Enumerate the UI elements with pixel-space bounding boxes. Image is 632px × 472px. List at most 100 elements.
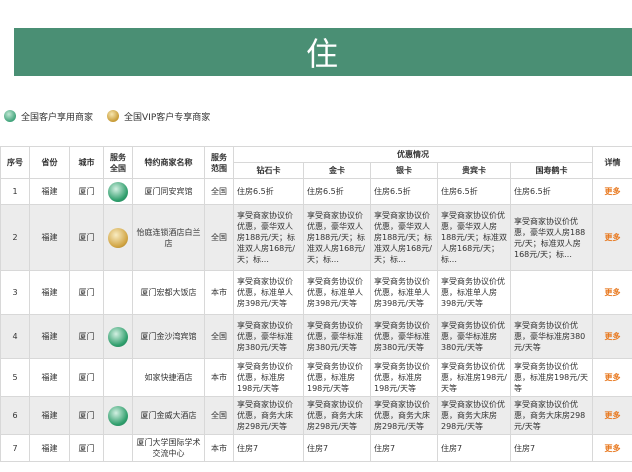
header-gold: 金卡	[303, 162, 371, 179]
cell-city: 厦门	[69, 358, 104, 397]
cell-silver: 享受商务协议价优惠，标准单人房398元/天等	[370, 270, 438, 315]
cell-no: 7	[0, 434, 30, 462]
legend-item-national: 全国客户享用商家	[4, 110, 93, 123]
header-longevity: 国寿鹤卡	[509, 162, 594, 179]
cell-diamond: 享受商家协议价优惠，豪华双人房188元/天；标准双人房168元/天；标…	[233, 204, 304, 271]
cell-longevity: 住房7	[509, 434, 594, 462]
more-link[interactable]: 更多	[592, 358, 632, 397]
cell-province: 福建	[29, 434, 70, 462]
gold-badge-icon	[108, 227, 128, 248]
header-guest: 贵宾卡	[437, 162, 511, 179]
more-link[interactable]: 更多	[592, 434, 632, 462]
cell-merchant[interactable]: 厦门大学国际学术交流中心	[132, 434, 205, 462]
cell-silver: 享受商家协议价优惠，豪华双人房188元/天；标准双人房168元/天；标…	[370, 204, 438, 271]
cell-gold: 享受商务协议价优惠，标准单人房398元/天等	[303, 270, 371, 315]
cell-silver: 住房7	[370, 434, 438, 462]
header-city: 城市	[69, 146, 104, 179]
cell-diamond: 享受商务协议价优惠，标准房198元/天等	[233, 358, 304, 397]
cell-gold: 享受商务协议价优惠，标准房198元/天等	[303, 358, 371, 397]
legend-label-national: 全国客户享用商家	[21, 112, 94, 123]
cell-longevity: 享受商家协议价优惠，商务大床房298元/天等	[509, 396, 594, 435]
cell-scope: 本市	[204, 434, 234, 462]
cell-scope: 全国	[204, 314, 234, 359]
cell-diamond: 住房7	[233, 434, 304, 462]
green-badge-icon	[108, 326, 128, 347]
cell-no: 3	[0, 270, 30, 315]
cell-merchant[interactable]: 厦门金威大酒店	[132, 396, 205, 435]
cell-service	[103, 396, 133, 435]
cell-city: 厦门	[69, 204, 104, 271]
cell-text: 享受商家协议价优惠，豪华双人房188元/天；标准双人房168元/天；标…	[307, 211, 365, 264]
cell-city: 厦门	[69, 270, 104, 315]
cell-scope: 本市	[204, 270, 234, 315]
header-scope: 服务范围	[204, 146, 234, 179]
cell-province: 福建	[29, 358, 70, 397]
cell-gold: 享受商务协议价优惠，豪华标准房380元/天等	[303, 314, 371, 359]
cell-service	[103, 270, 133, 315]
table-row: 3 福建 厦门 厦门宏都大饭店 本市 享受商家协议价优惠，标准单人房398元/天…	[0, 270, 632, 315]
cell-diamond: 享受商家协议价优惠，商务大床房298元/天等	[233, 396, 304, 435]
cell-longevity	[509, 270, 594, 315]
more-link[interactable]: 更多	[592, 204, 632, 271]
cell-no: 1	[0, 178, 30, 205]
cell-province: 福建	[29, 178, 70, 205]
cell-city: 厦门	[69, 434, 104, 462]
cell-merchant[interactable]: 厦门金沙湾宾馆	[132, 314, 205, 359]
cell-merchant[interactable]: 怡庭连锁酒店白兰店	[132, 204, 205, 271]
cell-text: 享受商家协议价优惠，豪华双人房188元/天；标准双人房168元/天；标…	[374, 211, 432, 264]
cell-guest: 享受商家协议价优惠，豪华双人房188元/天；标准双人房168元/天；标…	[437, 204, 511, 271]
cell-text: 享受商家协议价优惠，豪华双人房188元/天；标准双人房168元/天；标…	[514, 216, 586, 259]
cell-guest: 享受商务协议价优惠，标准房198元/天等	[437, 358, 511, 397]
more-link[interactable]: 更多	[592, 270, 632, 315]
cell-silver: 享受商务协议价优惠，标准房198元/天等	[370, 358, 438, 397]
more-link[interactable]: 更多	[592, 314, 632, 359]
cell-merchant[interactable]: 厦门同安宾馆	[132, 178, 205, 205]
green-badge-icon	[108, 181, 128, 202]
cell-guest: 享受商务协议价优惠，豪华标准房380元/天等	[437, 314, 511, 359]
green-badge-icon	[4, 110, 16, 122]
cell-guest: 享受商家协议价优惠，商务大床房298元/天等	[437, 396, 511, 435]
cell-longevity: 享受商家协议价优惠，豪华双人房188元/天；标准双人房168元/天；标…	[509, 204, 594, 271]
header-province: 省份	[29, 146, 70, 179]
cell-no: 2	[0, 204, 30, 271]
table-row: 2 福建 厦门 怡庭连锁酒店白兰店 全国 享受商家协议价优惠，豪华双人房188元…	[0, 204, 632, 271]
top-bar	[0, 0, 632, 28]
gold-badge-icon	[107, 110, 120, 122]
cell-gold: 住房7	[303, 434, 371, 462]
cell-guest: 享受商务协议价优惠，标准单人房398元/天等	[437, 270, 511, 315]
cell-gold: 住房6.5折	[303, 178, 371, 205]
cell-no: 5	[0, 358, 30, 397]
cell-gold: 享受商家协议价优惠，豪华双人房188元/天；标准双人房168元/天；标…	[303, 204, 371, 271]
table-row: 7 福建 厦门 厦门大学国际学术交流中心 本市 住房7 住房7 住房7 住房7 …	[0, 434, 632, 462]
cell-text: 享受商家协议价优惠，豪华双人房188元/天；标准双人房168元/天；标…	[441, 211, 507, 264]
cell-service	[103, 434, 133, 462]
cell-city: 厦门	[69, 396, 104, 435]
green-badge-icon	[108, 405, 128, 426]
cell-silver: 享受商家协议价优惠，商务大床房298元/天等	[370, 396, 438, 435]
cell-merchant[interactable]: 如家快捷酒店	[132, 358, 205, 397]
cell-scope: 本市	[204, 358, 234, 397]
cell-city: 厦门	[69, 314, 104, 359]
cell-diamond: 享受商家协议价优惠，豪华标准房380元/天等	[233, 314, 304, 359]
table-row: 1 福建 厦门 厦门同安宾馆 全国 住房6.5折 住房6.5折 住房6.5折 住…	[0, 178, 632, 205]
table-row: 5 福建 厦门 如家快捷酒店 本市 享受商务协议价优惠，标准房198元/天等 享…	[0, 358, 632, 397]
table-row: 6 福建 厦门 厦门金威大酒店 全国 享受商家协议价优惠，商务大床房298元/天…	[0, 396, 632, 435]
section-title: 住	[305, 35, 340, 73]
cell-no: 6	[0, 396, 30, 435]
cell-guest: 住房6.5折	[437, 178, 511, 205]
cell-scope: 全国	[204, 178, 234, 205]
cell-longevity: 住房6.5折	[509, 178, 594, 205]
cell-service	[103, 178, 133, 205]
cell-service	[103, 314, 133, 359]
cell-scope: 全国	[204, 204, 234, 271]
cell-province: 福建	[29, 270, 70, 315]
header-silver: 银卡	[370, 162, 438, 179]
cell-diamond: 享受商家协议价优惠，标准单人房398元/天等	[233, 270, 304, 315]
more-link[interactable]: 更多	[592, 396, 632, 435]
header-merchant: 特约商家名称	[132, 146, 205, 179]
cell-gold: 享受商家协议价优惠，商务大床房298元/天等	[303, 396, 371, 435]
cell-merchant[interactable]: 厦门宏都大饭店	[132, 270, 205, 315]
more-link[interactable]: 更多	[592, 178, 632, 205]
header-discount: 优惠情况	[232, 146, 594, 163]
cell-province: 福建	[29, 396, 70, 435]
